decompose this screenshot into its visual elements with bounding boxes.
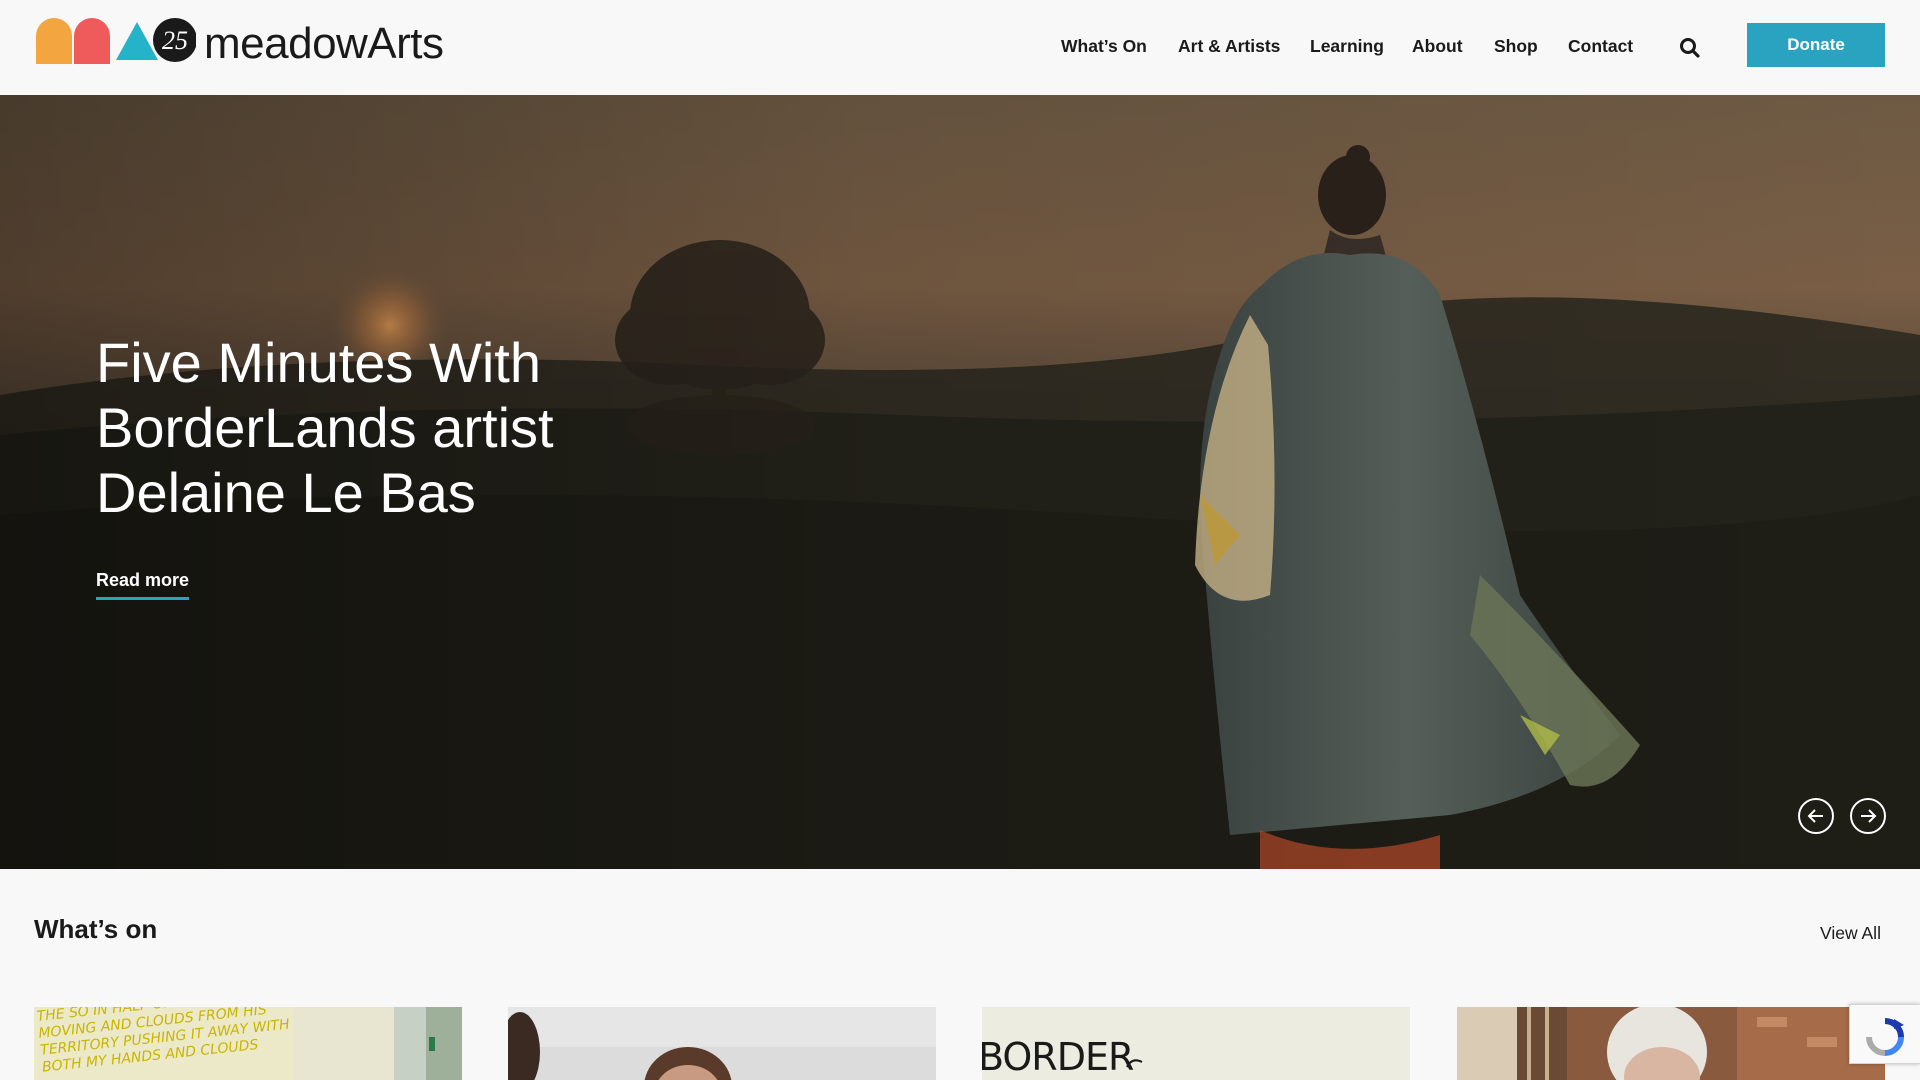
arrow-left-circle-icon — [1807, 809, 1823, 823]
slider-prev-button[interactable] — [1798, 798, 1834, 834]
section-title-whats-on: What’s on — [34, 914, 158, 944]
logo-wordmark: meadowArts — [204, 19, 444, 68]
nav-item-contact[interactable]: Contact — [1568, 36, 1633, 57]
recaptcha-badge[interactable] — [1849, 1004, 1920, 1064]
donate-button[interactable]: Donate — [1747, 23, 1885, 67]
site-logo[interactable]: 25 meadowArts — [36, 18, 444, 68]
slider-next-button[interactable] — [1850, 798, 1886, 834]
search-button[interactable] — [1679, 37, 1701, 59]
site-header: 25 meadowArts What’s On Art & Artists Le… — [0, 0, 1920, 95]
read-more-link[interactable]: Read more — [96, 570, 190, 600]
nav-item-art-artists[interactable]: Art & Artists — [1178, 36, 1280, 57]
arrow-right-circle-icon — [1861, 809, 1877, 823]
nav-item-about[interactable]: About — [1412, 36, 1463, 57]
event-card[interactable] — [508, 1007, 936, 1080]
view-all-link[interactable]: View All — [1820, 923, 1881, 944]
event-card[interactable]: THE SO IN HALF ONE FOR THE BIRDS MOVING … — [34, 1007, 462, 1080]
event-card[interactable]: BORDER — [982, 1007, 1410, 1080]
search-icon — [1680, 38, 1700, 58]
event-card-image — [1457, 1007, 1885, 1080]
nav-item-whats-on[interactable]: What’s On — [1061, 36, 1147, 57]
hero-slider: Five Minutes With BorderLands artist Del… — [0, 95, 1920, 869]
event-card-image-text: BORDER — [982, 1035, 1134, 1079]
nav-item-shop[interactable]: Shop — [1494, 36, 1538, 57]
recaptcha-icon — [1866, 1018, 1904, 1056]
logo-shapes-icon: 25 — [36, 18, 196, 64]
event-card-image — [508, 1007, 936, 1080]
event-card[interactable] — [1457, 1007, 1885, 1080]
svg-text:25: 25 — [162, 26, 188, 55]
hero-title: Five Minutes With BorderLands artist Del… — [96, 331, 554, 524]
nav-item-learning[interactable]: Learning — [1310, 36, 1384, 57]
